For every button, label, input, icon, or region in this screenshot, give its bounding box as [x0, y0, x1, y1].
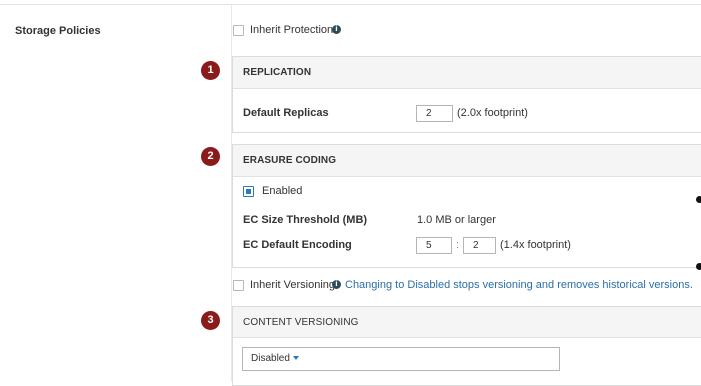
- replication-footprint: (2.0x footprint): [457, 107, 528, 119]
- content-versioning-panel: CONTENT VERSIONING Disabled: [232, 306, 701, 386]
- replication-title: REPLICATION: [243, 67, 312, 78]
- storage-policies-label: Storage Policies: [15, 25, 101, 37]
- default-replicas-label: Default Replicas: [243, 107, 329, 119]
- replication-panel: REPLICATION Default Replicas 2 (2.0x foo…: [232, 56, 701, 133]
- ec-data-chunks-input[interactable]: 5: [416, 237, 452, 254]
- info-icon[interactable]: i: [332, 25, 341, 34]
- caret-down-icon: [292, 356, 299, 361]
- replication-header: REPLICATION: [233, 57, 701, 89]
- ec-threshold-value: 1.0 MB or larger: [417, 214, 496, 226]
- edge-dot: [696, 196, 701, 203]
- content-versioning-title: CONTENT VERSIONING: [243, 317, 359, 328]
- default-replicas-input[interactable]: 2: [416, 105, 453, 122]
- content-versioning-header: CONTENT VERSIONING: [233, 307, 701, 338]
- step-badge-2: 2: [201, 147, 220, 166]
- step-badge-3: 3: [201, 311, 220, 330]
- inherit-versioning-label: Inherit Versioning: [250, 279, 335, 291]
- ec-enabled-label: Enabled: [262, 185, 303, 197]
- versioning-warning-text: Changing to Disabled stops versioning an…: [345, 279, 693, 291]
- versioning-select-value: Disabled: [251, 353, 290, 364]
- ec-footprint: (1.4x footprint): [500, 239, 571, 251]
- ec-parity-chunks-input[interactable]: 2: [463, 237, 496, 254]
- left-column: [0, 5, 232, 381]
- versioning-select[interactable]: Disabled: [242, 347, 560, 371]
- erasure-coding-title: ERASURE CODING: [243, 155, 337, 166]
- step-badge-1: 1: [201, 61, 220, 80]
- erasure-coding-header: ERASURE CODING: [233, 145, 701, 177]
- erasure-coding-panel: ERASURE CODING Enabled EC Size Threshold…: [232, 144, 701, 268]
- ec-encoding-separator: :: [456, 239, 460, 251]
- edge-dot: [696, 263, 701, 270]
- inherit-protection-label: Inherit Protection: [250, 24, 334, 36]
- ec-encoding-label: EC Default Encoding: [243, 239, 352, 251]
- inherit-protection-checkbox[interactable]: [233, 25, 244, 36]
- inherit-versioning-checkbox[interactable]: [233, 280, 244, 291]
- ec-threshold-label: EC Size Threshold (MB): [243, 214, 368, 226]
- ec-enabled-checkbox[interactable]: [243, 186, 254, 197]
- info-icon[interactable]: i: [332, 280, 341, 289]
